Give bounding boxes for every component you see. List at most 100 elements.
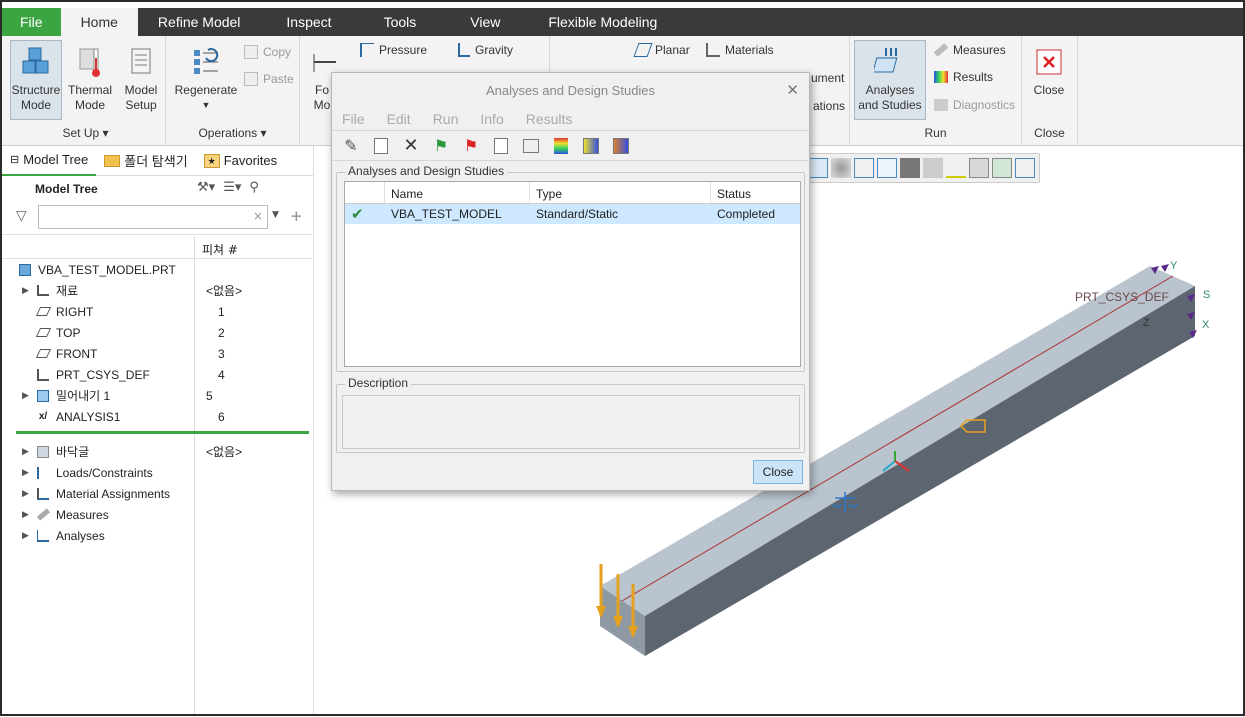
- appearance-icon[interactable]: [923, 158, 943, 178]
- perspective-icon[interactable]: [877, 158, 897, 178]
- description-field[interactable]: [342, 395, 800, 449]
- tree-item-analyses[interactable]: ▶ Analyses: [22, 525, 332, 546]
- model-setup-button[interactable]: Model Setup: [118, 40, 164, 120]
- run-flag-icon[interactable]: ⚑: [430, 135, 452, 157]
- menu-info[interactable]: Info: [480, 111, 503, 127]
- tree-item-front[interactable]: FRONT 3: [34, 343, 344, 364]
- pressure-icon: [360, 43, 374, 57]
- results-template-icon[interactable]: [610, 135, 632, 157]
- diagnostics-button[interactable]: Diagnostics: [934, 95, 1015, 115]
- tree-item-loads[interactable]: ▶ Loads/Constraints: [22, 462, 332, 483]
- stop-flag-icon[interactable]: ⚑: [460, 135, 482, 157]
- table-header-type[interactable]: Type: [530, 182, 711, 203]
- search-dropdown-icon[interactable]: ▼: [272, 210, 279, 220]
- tab-folder-browser[interactable]: 폴더 탐색기: [96, 146, 195, 176]
- dialog-titlebar[interactable]: Analyses and Design Studies ✕: [332, 73, 809, 107]
- tree-item-csys[interactable]: PRT_CSYS_DEF 4: [34, 364, 344, 385]
- tree-item-top[interactable]: TOP 2: [34, 322, 344, 343]
- tree-item-feat: <없음>: [206, 445, 243, 459]
- render-icon[interactable]: [900, 158, 920, 178]
- edit-pencil-icon[interactable]: ✎: [340, 135, 362, 157]
- structure-mode-button[interactable]: Structure Mode: [10, 40, 62, 120]
- tree-filter-icon[interactable]: ⚲: [249, 180, 259, 195]
- expand-arrow-icon[interactable]: ▶: [22, 390, 34, 401]
- materials-button[interactable]: Materials: [706, 40, 774, 60]
- tree-root[interactable]: VBA_TEST_MODEL.PRT: [16, 259, 326, 280]
- tab-flexible-modeling[interactable]: Flexible Modeling: [528, 8, 677, 36]
- tab-view[interactable]: View: [442, 8, 528, 36]
- filter-icon[interactable]: ▽: [16, 208, 27, 224]
- datum-plane-icon: [34, 326, 52, 340]
- tab-file[interactable]: File: [2, 8, 61, 36]
- table-row[interactable]: ✔ VBA_TEST_MODEL Standard/Static Complet…: [345, 204, 800, 224]
- pressure-button[interactable]: Pressure: [360, 40, 427, 60]
- tree-item-material-assignments[interactable]: ▶ Material Assignments: [22, 483, 332, 504]
- expand-arrow-icon[interactable]: ▶: [22, 285, 34, 296]
- expand-arrow-icon[interactable]: ▶: [22, 446, 34, 457]
- regenerate-button[interactable]: Regenerate ▼: [170, 40, 242, 120]
- thermal-mode-button[interactable]: Thermal Mode: [64, 40, 116, 120]
- tree-item-analysis1[interactable]: x/ ANALYSIS1 6: [34, 406, 344, 427]
- results-button[interactable]: Results: [934, 67, 993, 87]
- shading-icon[interactable]: [854, 158, 874, 178]
- table-header-name[interactable]: Name: [385, 182, 530, 203]
- ribbon-close-button[interactable]: Close: [1024, 40, 1074, 120]
- clear-search-icon[interactable]: ×: [253, 209, 263, 223]
- analyses-group-legend: Analyses and Design Studies: [345, 164, 508, 178]
- results-window-icon[interactable]: [580, 135, 602, 157]
- display-style-icon[interactable]: [831, 158, 851, 178]
- tab-home[interactable]: Home: [60, 8, 138, 36]
- dialog-close-button[interactable]: Close: [753, 460, 803, 484]
- expand-arrow-icon[interactable]: ▶: [22, 509, 34, 520]
- delete-icon[interactable]: ✕: [400, 135, 422, 157]
- tab-favorites[interactable]: ★ Favorites: [196, 146, 285, 176]
- tree-item-right[interactable]: RIGHT 1: [34, 301, 344, 322]
- analyses-and-studies-button[interactable]: Analyses and Studies: [854, 40, 926, 120]
- copy-doc-icon[interactable]: [370, 135, 392, 157]
- saved-views-icon[interactable]: [808, 158, 828, 178]
- tree-item-footer[interactable]: ▶ 바닥글 <없음>: [22, 441, 332, 462]
- diagnostics-label: Diagnostics: [953, 98, 1016, 112]
- group-setup-label[interactable]: Set Up ▾: [6, 126, 165, 140]
- datum-display-icon[interactable]: [969, 158, 989, 178]
- dialog-close-icon[interactable]: ✕: [786, 81, 799, 99]
- expand-arrow-icon[interactable]: ▶: [22, 530, 34, 541]
- tab-refine-model[interactable]: Refine Model: [138, 8, 261, 36]
- menu-file[interactable]: File: [342, 111, 365, 127]
- regenerate-dropdown-icon[interactable]: ▼: [171, 98, 241, 113]
- summary-icon[interactable]: [520, 135, 542, 157]
- planar-button[interactable]: Planar: [633, 40, 690, 60]
- table-header-status[interactable]: Status: [711, 182, 800, 203]
- results-colormap-icon[interactable]: [550, 135, 572, 157]
- tab-inspect[interactable]: Inspect: [260, 8, 357, 36]
- table-header-check: [345, 182, 385, 203]
- tab-model-tree[interactable]: ⊟ Model Tree: [2, 146, 97, 176]
- tree-columns-icon[interactable]: ☰▾: [223, 180, 241, 195]
- tree-item-material[interactable]: ▶ 재료 <없음>: [22, 280, 332, 301]
- expand-arrow-icon[interactable]: ▶: [22, 467, 34, 478]
- menu-run[interactable]: Run: [433, 111, 459, 127]
- tab-tools[interactable]: Tools: [358, 8, 443, 36]
- add-icon[interactable]: +: [290, 207, 303, 225]
- materials-label: Materials: [725, 43, 774, 57]
- tree-item-extrude[interactable]: ▶ 밀어내기 1 5: [22, 385, 332, 406]
- model-tree-panel: ⊟ Model Tree 폴더 탐색기 ★ Favorites Model Tr…: [2, 146, 314, 714]
- gravity-button[interactable]: Gravity: [458, 40, 513, 60]
- spin-center-icon[interactable]: [1015, 158, 1035, 178]
- analyses-table[interactable]: Name Type Status ✔ VBA_TEST_MODEL Standa…: [344, 181, 801, 367]
- analyses-group: Analyses and Design Studies Name Type St…: [336, 164, 805, 372]
- tree-item-measures[interactable]: ▶ Measures: [22, 504, 332, 525]
- simulation-display-icon[interactable]: [992, 158, 1012, 178]
- tree-settings-icon[interactable]: ⚒▾: [197, 180, 215, 195]
- copy-button[interactable]: Copy: [244, 42, 291, 62]
- material-assignment-icon: [34, 487, 52, 501]
- expand-arrow-icon[interactable]: ▶: [22, 488, 34, 499]
- tree-search-input[interactable]: ×: [38, 205, 268, 229]
- annotation-icon[interactable]: [946, 158, 966, 178]
- status-icon[interactable]: [490, 135, 512, 157]
- menu-edit[interactable]: Edit: [387, 111, 411, 127]
- paste-button[interactable]: Paste: [244, 69, 294, 89]
- group-operations-label[interactable]: Operations ▾: [166, 126, 299, 140]
- measures-button[interactable]: Measures: [933, 40, 1006, 60]
- menu-results[interactable]: Results: [526, 111, 573, 127]
